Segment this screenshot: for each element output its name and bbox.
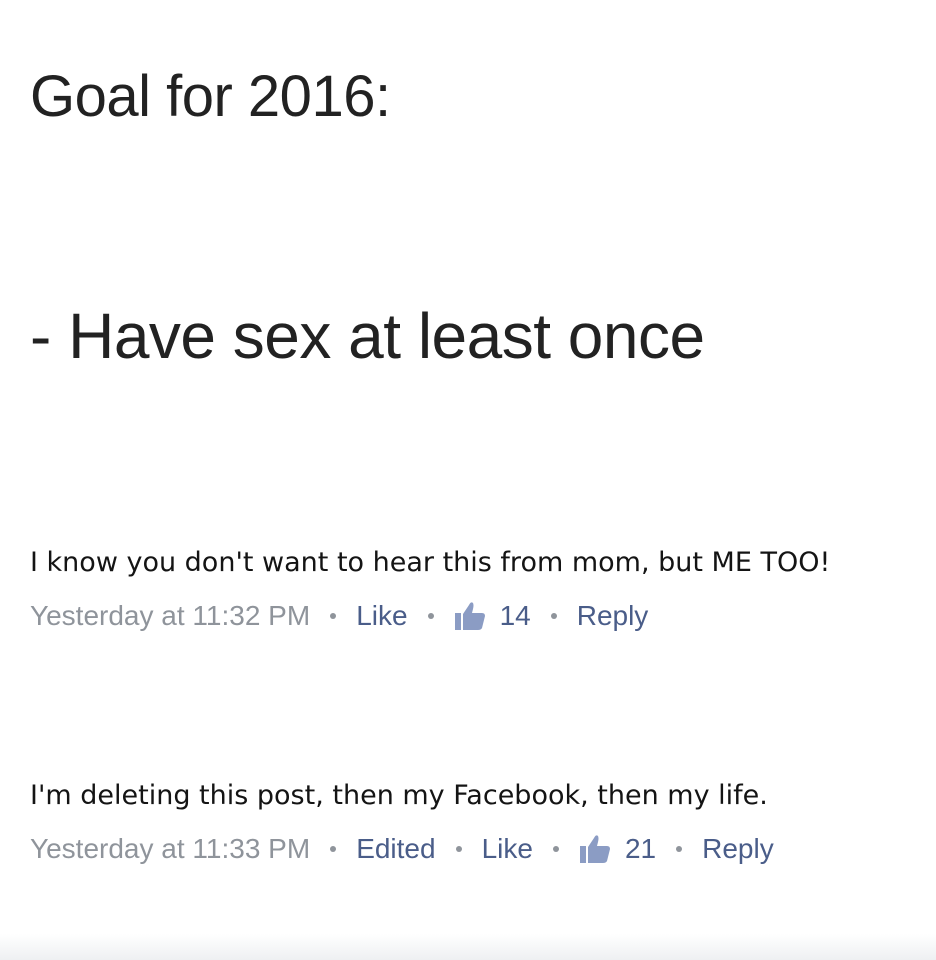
comment-text: I'm deleting this post, then my Facebook… (30, 780, 768, 811)
comment: I know you don't want to hear this from … (30, 542, 910, 636)
separator-dot (550, 613, 557, 619)
reply-button[interactable]: Reply (577, 596, 649, 636)
edited-link[interactable]: Edited (356, 829, 435, 869)
shared-post-image: Goal for 2016: - Have sex at least once (0, 0, 936, 500)
post-title: Goal for 2016: (30, 64, 391, 129)
comment-text: I know you don't want to hear this from … (30, 547, 831, 578)
thumbs-up-icon (579, 835, 610, 863)
separator-dot (676, 846, 683, 852)
comment-meta: Yesterday at 11:33 PM Edited Like 21 Rep… (30, 829, 910, 869)
comment-timestamp[interactable]: Yesterday at 11:33 PM (30, 829, 310, 869)
comment-timestamp[interactable]: Yesterday at 11:32 PM (30, 596, 310, 636)
separator-dot (552, 846, 559, 852)
separator-dot (330, 846, 337, 852)
like-count[interactable]: 21 (579, 829, 656, 869)
separator-dot (455, 846, 462, 852)
comment: I'm deleting this post, then my Facebook… (30, 775, 910, 869)
like-count-value: 14 (499, 600, 531, 631)
like-count[interactable]: 14 (454, 596, 531, 636)
thumbs-up-icon (454, 602, 485, 630)
comment-meta: Yesterday at 11:32 PM Like 14 Reply (30, 596, 910, 636)
bottom-edge-shade (0, 934, 936, 960)
separator-dot (330, 613, 337, 619)
like-button[interactable]: Like (482, 829, 533, 869)
post-body: - Have sex at least once (30, 300, 705, 372)
like-button[interactable]: Like (356, 596, 407, 636)
reply-button[interactable]: Reply (702, 829, 774, 869)
like-count-value: 21 (624, 833, 657, 864)
separator-dot (427, 613, 434, 619)
